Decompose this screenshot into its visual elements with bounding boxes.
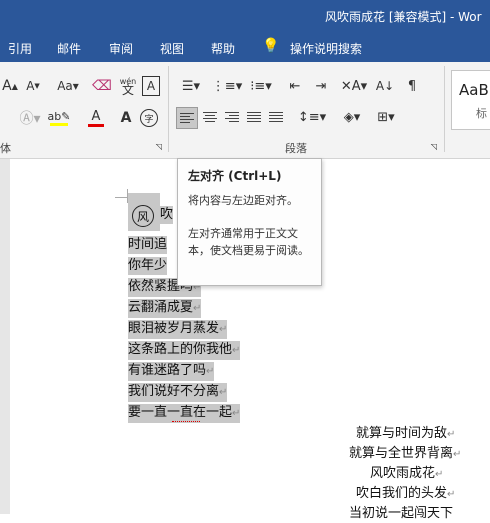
numbering-icon[interactable]: ⋮≡▾ <box>212 76 242 96</box>
align-center-button[interactable] <box>200 107 220 127</box>
character-border-icon[interactable]: A <box>142 76 160 96</box>
distributed-button[interactable] <box>266 107 286 127</box>
align-left-tooltip: 左对齐 (Ctrl+L) 将内容与左边距对齐。 左对齐通常用于正文文本，使文档更… <box>177 158 322 286</box>
change-case-icon[interactable]: Aa▾ <box>54 76 82 96</box>
phonetic-guide-icon[interactable]: wén 文 <box>118 74 138 98</box>
shading-icon[interactable]: ◈▾ <box>338 107 366 127</box>
style-gallery-normal[interactable]: AaB 标 <box>451 70 490 130</box>
distributed-icon <box>269 112 283 122</box>
align-left-icon <box>180 113 194 123</box>
text-line[interactable]: 风吹雨成花↵ <box>370 465 443 484</box>
tell-me-search[interactable]: 操作说明搜索 <box>290 40 362 57</box>
character-shading-icon[interactable]: A <box>118 108 134 128</box>
borders-icon[interactable]: ⊞▾ <box>372 107 400 127</box>
highlight-color-icon[interactable]: ab✎ <box>46 108 72 128</box>
text-line[interactable]: 吹白我们的头发↵ <box>356 485 455 504</box>
ribbon: A ▲ A ▼ Aa▾ ⌫ wén 文 A Ⓐ▾ ab✎ A A 字 体 ◹ ☰▾ ⋮… <box>0 62 490 159</box>
window-title: 风吹雨成花 [兼容模式] - Wor <box>325 10 482 24</box>
drop-cap[interactable]: 风 <box>128 193 160 231</box>
sort-icon[interactable]: A↓ <box>374 76 396 96</box>
enclose-characters-icon[interactable]: 字 <box>140 109 158 127</box>
group-divider <box>444 66 445 152</box>
font-group-label: 体 <box>0 142 11 155</box>
show-marks-icon[interactable]: ¶ <box>404 76 420 96</box>
align-left-button[interactable] <box>176 107 198 129</box>
align-center-icon <box>203 112 217 122</box>
grow-font-icon[interactable]: A ▲ <box>2 76 18 96</box>
clear-format-icon[interactable]: ⌫ <box>92 76 112 96</box>
paragraph-dialog-launcher-icon[interactable]: ◹ <box>430 142 438 151</box>
align-right-icon <box>225 112 239 122</box>
decrease-indent-icon[interactable]: ⇤ <box>284 76 306 96</box>
multilevel-list-icon[interactable]: ⁝≡▾ <box>246 76 276 96</box>
text-line[interactable]: 当初说一起闯天下 <box>349 505 453 523</box>
spelling-squiggle <box>172 419 200 422</box>
shrink-font-icon[interactable]: A ▼ <box>24 76 42 96</box>
paragraph-group-label: 段落 <box>285 142 307 155</box>
tab-help[interactable]: 帮助 <box>211 40 235 57</box>
text-line[interactable]: 云翻涌成夏↵ <box>128 299 202 318</box>
enclosed-character: 风 <box>132 205 154 227</box>
tooltip-title: 左对齐 (Ctrl+L) <box>188 169 282 183</box>
text-line[interactable]: 眼泪被岁月蒸发↵ <box>128 320 228 339</box>
font-dialog-launcher-icon[interactable]: ◹ <box>155 142 163 151</box>
text-effects-icon[interactable]: Ⓐ▾ <box>18 108 42 128</box>
tab-mailings[interactable]: 邮件 <box>57 40 81 57</box>
group-divider <box>168 66 169 152</box>
text-line[interactable]: 时间追 <box>128 236 168 254</box>
text-line[interactable]: 你年少 <box>128 257 168 275</box>
text-line[interactable]: 就算与时间为敌↵ <box>356 425 455 444</box>
lightbulb-icon: 💡 <box>262 38 280 54</box>
justify-button[interactable] <box>244 107 264 127</box>
tooltip-details: 左对齐通常用于正文文本，使文档更易于阅读。 <box>188 227 309 257</box>
style-name: 标 <box>476 107 487 120</box>
text-line[interactable]: 我们说好不分离↵ <box>128 383 228 402</box>
style-preview: AaB <box>459 81 489 99</box>
font-color-icon[interactable]: A <box>84 108 108 128</box>
margin-mark <box>115 197 129 198</box>
increase-indent-icon[interactable]: ⇥ <box>310 76 332 96</box>
tab-view[interactable]: 视图 <box>160 40 184 57</box>
justify-icon <box>247 112 261 122</box>
tooltip-description: 将内容与左边距对齐。 <box>188 194 298 207</box>
align-right-button[interactable] <box>222 107 242 127</box>
bullets-icon[interactable]: ☰▾ <box>176 76 206 96</box>
first-line-text[interactable]: 吹 <box>160 206 174 224</box>
tab-references[interactable]: 引用 <box>8 40 32 57</box>
ribbon-tabs: 引用 邮件 审阅 视图 帮助 💡 操作说明搜索 <box>0 32 490 62</box>
tab-review[interactable]: 审阅 <box>109 40 133 57</box>
text-line[interactable]: 就算与全世界背离↵ <box>349 445 461 464</box>
line-spacing-icon[interactable]: ↕≡▾ <box>298 107 326 127</box>
asian-layout-icon[interactable]: ✕A▾ <box>340 76 368 96</box>
text-line[interactable]: 这条路上的你我他↵ <box>128 341 241 360</box>
text-line[interactable]: 有谁迷路了吗↵ <box>128 362 215 381</box>
title-bar: 风吹雨成花 [兼容模式] - Wor <box>0 0 490 32</box>
